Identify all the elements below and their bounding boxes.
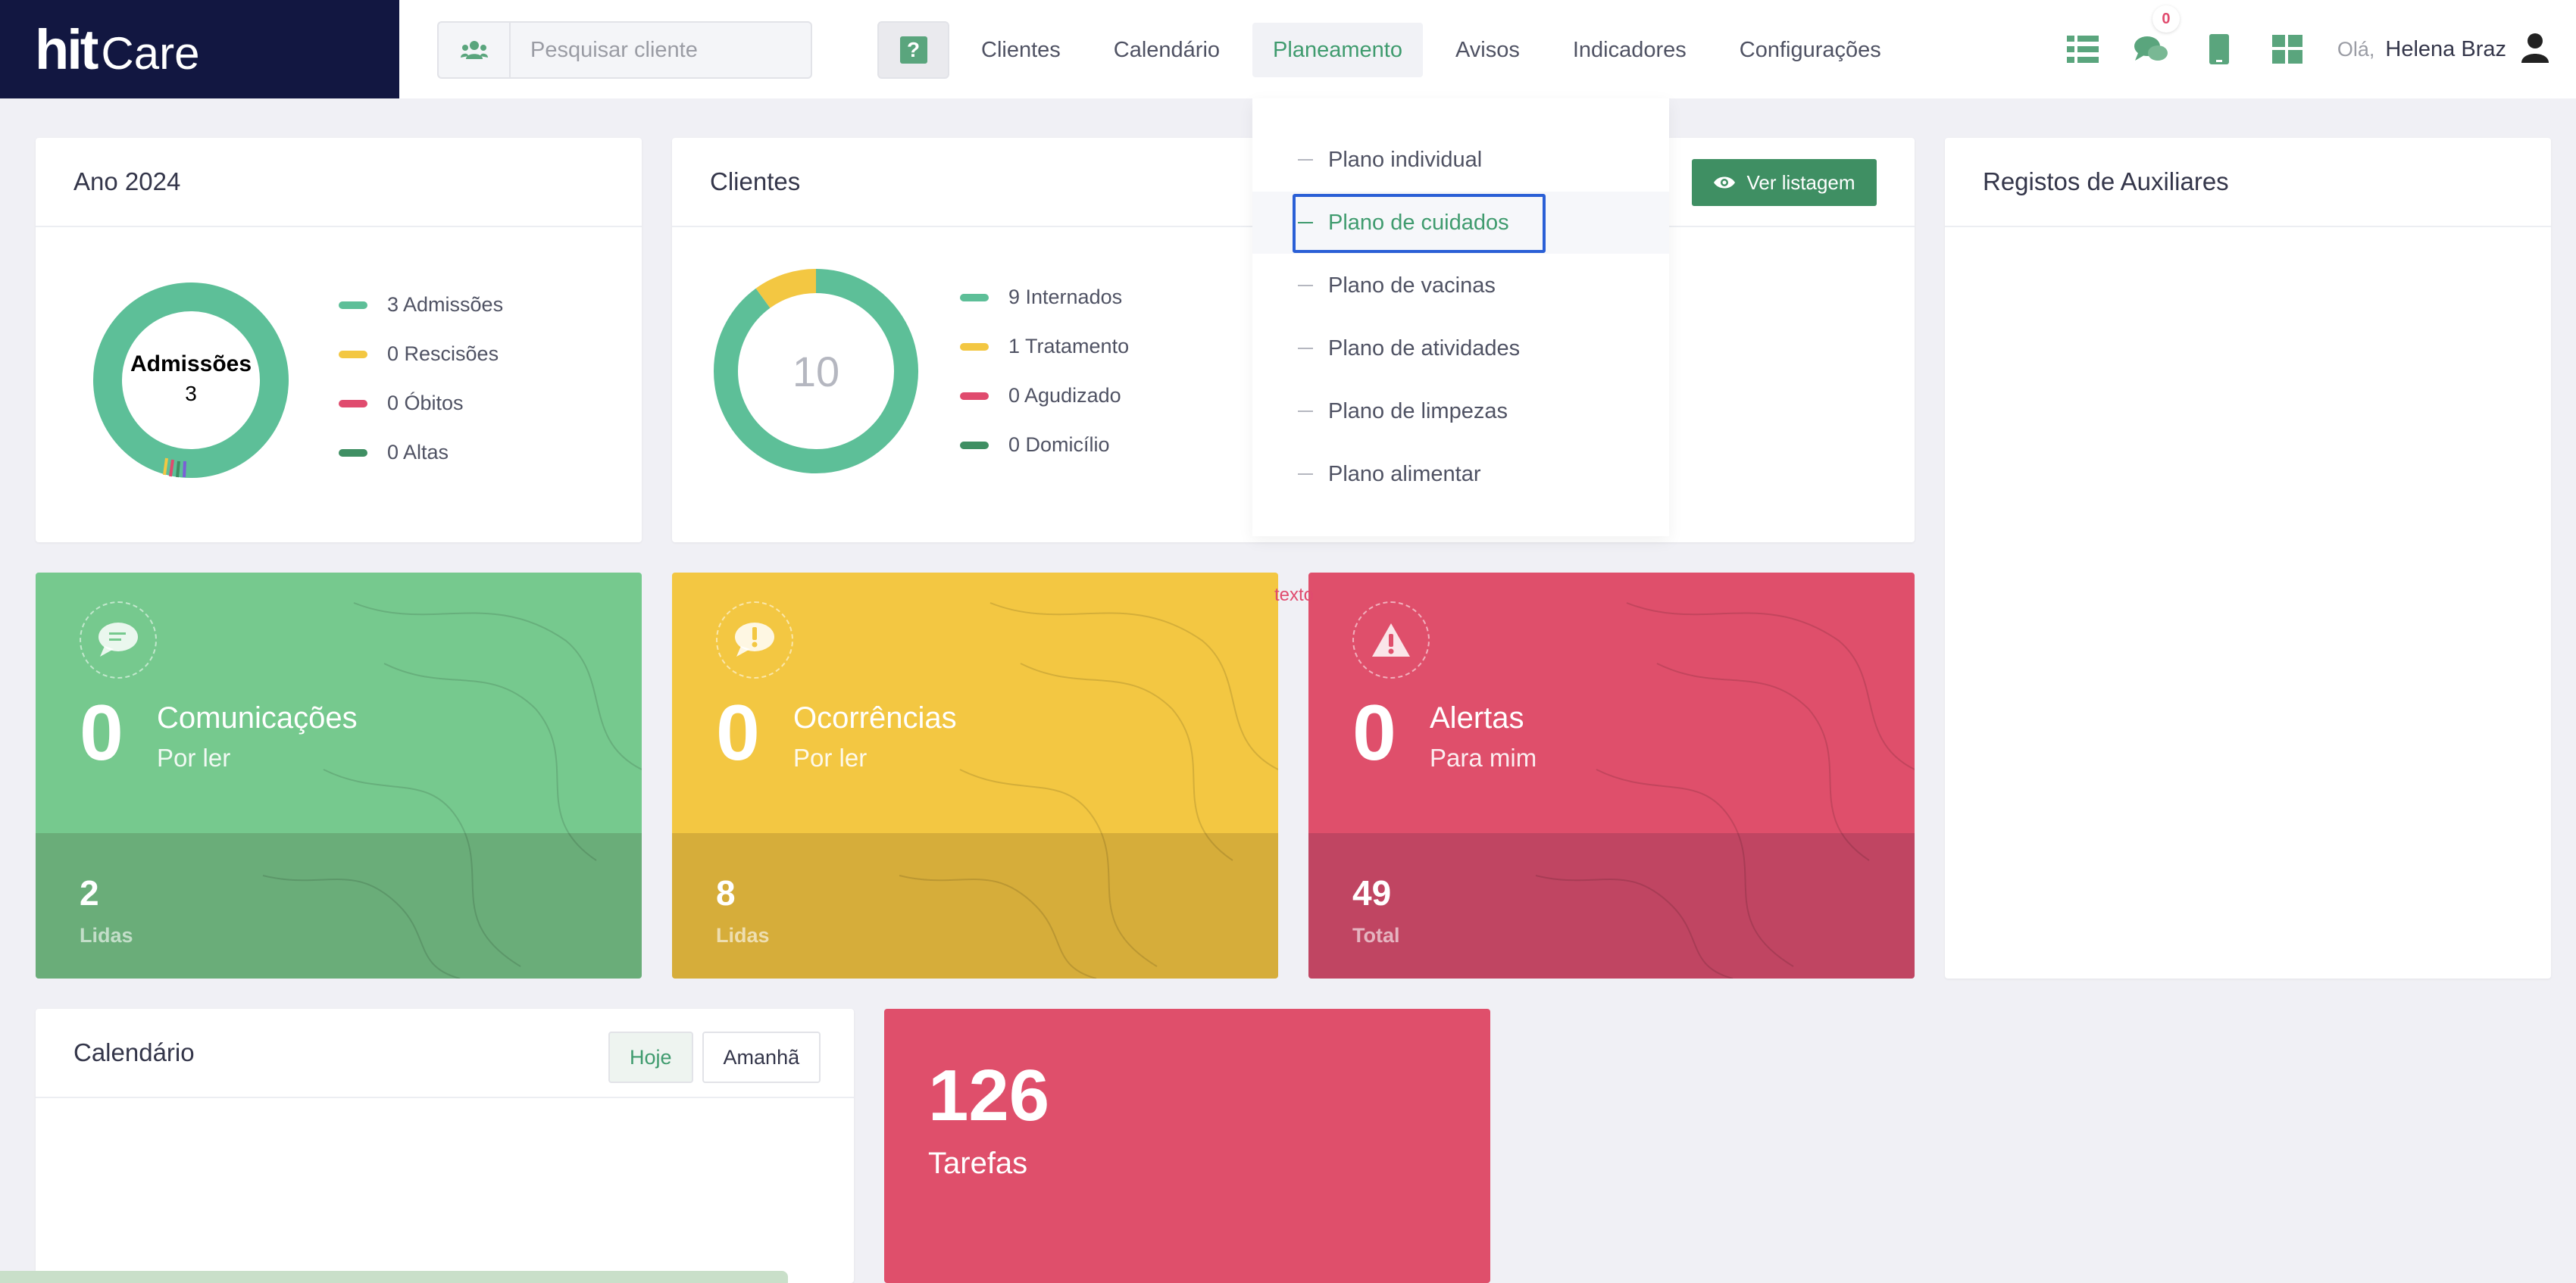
exclamation-bubble-icon [716, 601, 793, 679]
view-list-button[interactable]: Ver listagem [1692, 159, 1877, 206]
menu-item-plano-atividades[interactable]: Plano de atividades [1252, 317, 1669, 379]
messages-count-badge: 0 [2152, 5, 2180, 33]
occurrences-tile[interactable]: 0 Ocorrências Por ler 8 Lidas [672, 573, 1278, 979]
logo-care-text: Care [101, 27, 200, 79]
list-view-icon[interactable] [2065, 31, 2101, 67]
user-name[interactable]: Helena Braz [2385, 37, 2506, 62]
logo-hit-text: hit [35, 17, 98, 81]
tasks-tile[interactable]: 126 Tarefas [884, 1009, 1490, 1283]
communications-tile[interactable]: 0 Comunicações Por ler 2 Lidas [36, 573, 642, 979]
tomorrow-button[interactable]: Amanhã [702, 1032, 821, 1083]
legend-item: 9 Internados [960, 273, 1129, 322]
year-card-title: Ano 2024 [36, 138, 642, 227]
year-legend: 3 Admissões 0 Rescisões 0 Óbitos 0 Altas [339, 280, 503, 477]
search-input[interactable] [509, 21, 812, 79]
clients-total: 10 [792, 348, 840, 395]
view-list-label: Ver listagem [1746, 170, 1855, 194]
nav-item-avisos[interactable]: Avisos [1435, 23, 1540, 77]
nav-item-calendario[interactable]: Calendário [1093, 23, 1240, 77]
legend-item: 0 Altas [339, 428, 503, 477]
alerts-subtitle: Para mim [1430, 744, 1537, 772]
legend-item: 0 Rescisões [339, 329, 503, 379]
donut-tick-altas [176, 460, 180, 478]
menu-item-plano-individual[interactable]: Plano individual [1252, 129, 1669, 191]
top-navbar: hit Care ? Clientes Calendário Planeamen… [0, 0, 2576, 98]
calendar-card: Calendário Hoje Amanhã [36, 1009, 854, 1283]
eye-icon [1714, 176, 1736, 189]
read-communications-count: 2 [80, 873, 99, 913]
alerts-title: Alertas [1430, 701, 1524, 735]
help-icon: ? [899, 36, 927, 64]
admissions-donut [93, 283, 289, 478]
clients-legend: 9 Internados 1 Tratamento 0 Agudizado 0 … [960, 273, 1129, 470]
client-search [437, 21, 812, 79]
donut-slice-tratamento [755, 269, 817, 308]
main-nav: Clientes Calendário Planeamento Avisos I… [961, 23, 1914, 77]
toast-progress [0, 1271, 788, 1283]
read-communications-label: Lidas [80, 924, 133, 947]
unread-communications-count: 0 [80, 689, 123, 777]
nav-item-clientes[interactable]: Clientes [961, 23, 1081, 77]
help-button[interactable]: ? [877, 21, 949, 79]
warning-icon [1352, 601, 1430, 679]
app-logo[interactable]: hit Care [0, 0, 399, 98]
dashboard-icon[interactable] [2269, 31, 2306, 67]
nav-item-indicadores[interactable]: Indicadores [1552, 23, 1707, 77]
menu-item-plano-alimentar[interactable]: Plano alimentar [1252, 443, 1669, 505]
legend-item: 1 Tratamento [960, 322, 1129, 371]
legend-item: 0 Domicílio [960, 420, 1129, 470]
message-icon [80, 601, 157, 679]
my-alerts-count: 0 [1352, 689, 1396, 777]
stray-text: texto [1274, 585, 1315, 605]
nav-item-planeamento[interactable]: Planeamento [1252, 23, 1423, 77]
legend-item: 0 Óbitos [339, 379, 503, 428]
unread-occurrences-count: 0 [716, 689, 760, 777]
planeamento-dropdown: Plano individual Plano de cuidados Plano… [1252, 98, 1669, 536]
auxiliary-records-card: Registos de Auxiliares [1945, 138, 2551, 979]
legend-item: 3 Admissões [339, 280, 503, 329]
aux-card-title: Registos de Auxiliares [1945, 138, 2551, 227]
alerts-tile[interactable]: 0 Alertas Para mim 49 Total [1308, 573, 1915, 979]
users-icon [437, 21, 509, 79]
occurrences-title: Ocorrências [793, 701, 957, 735]
total-alerts-count: 49 [1352, 873, 1392, 913]
occurrences-subtitle: Por ler [793, 744, 868, 772]
calendar-day-toggle: Hoje Amanhã [608, 1032, 821, 1083]
greeting-text: Olá, [2337, 37, 2375, 61]
focus-outline [1293, 194, 1546, 253]
legend-item: 0 Agudizado [960, 371, 1129, 420]
donut-tick-extra [183, 460, 186, 478]
communications-subtitle: Por ler [157, 744, 231, 772]
tablet-icon[interactable] [2201, 31, 2237, 67]
tasks-count: 126 [928, 1055, 1050, 1136]
header-actions: 0 Olá, Helena Braz [2065, 0, 2576, 98]
read-occurrences-label: Lidas [716, 924, 770, 947]
year-summary-card: Ano 2024 Admissões 3 3 Admissões 0 Resci… [36, 138, 642, 542]
menu-item-plano-limpezas[interactable]: Plano de limpezas [1252, 380, 1669, 442]
user-icon[interactable] [2520, 33, 2553, 66]
menu-item-plano-vacinas[interactable]: Plano de vacinas [1252, 254, 1669, 317]
communications-title: Comunicações [157, 701, 358, 735]
total-alerts-label: Total [1352, 924, 1400, 947]
chat-icon[interactable]: 0 [2133, 5, 2180, 67]
donut-center-label: Admissões [130, 351, 252, 376]
nav-item-configuracoes[interactable]: Configurações [1719, 23, 1902, 77]
tasks-label: Tarefas [928, 1147, 1028, 1180]
donut-center-value: 3 [185, 382, 197, 405]
today-button[interactable]: Hoje [608, 1032, 693, 1083]
read-occurrences-count: 8 [716, 873, 736, 913]
